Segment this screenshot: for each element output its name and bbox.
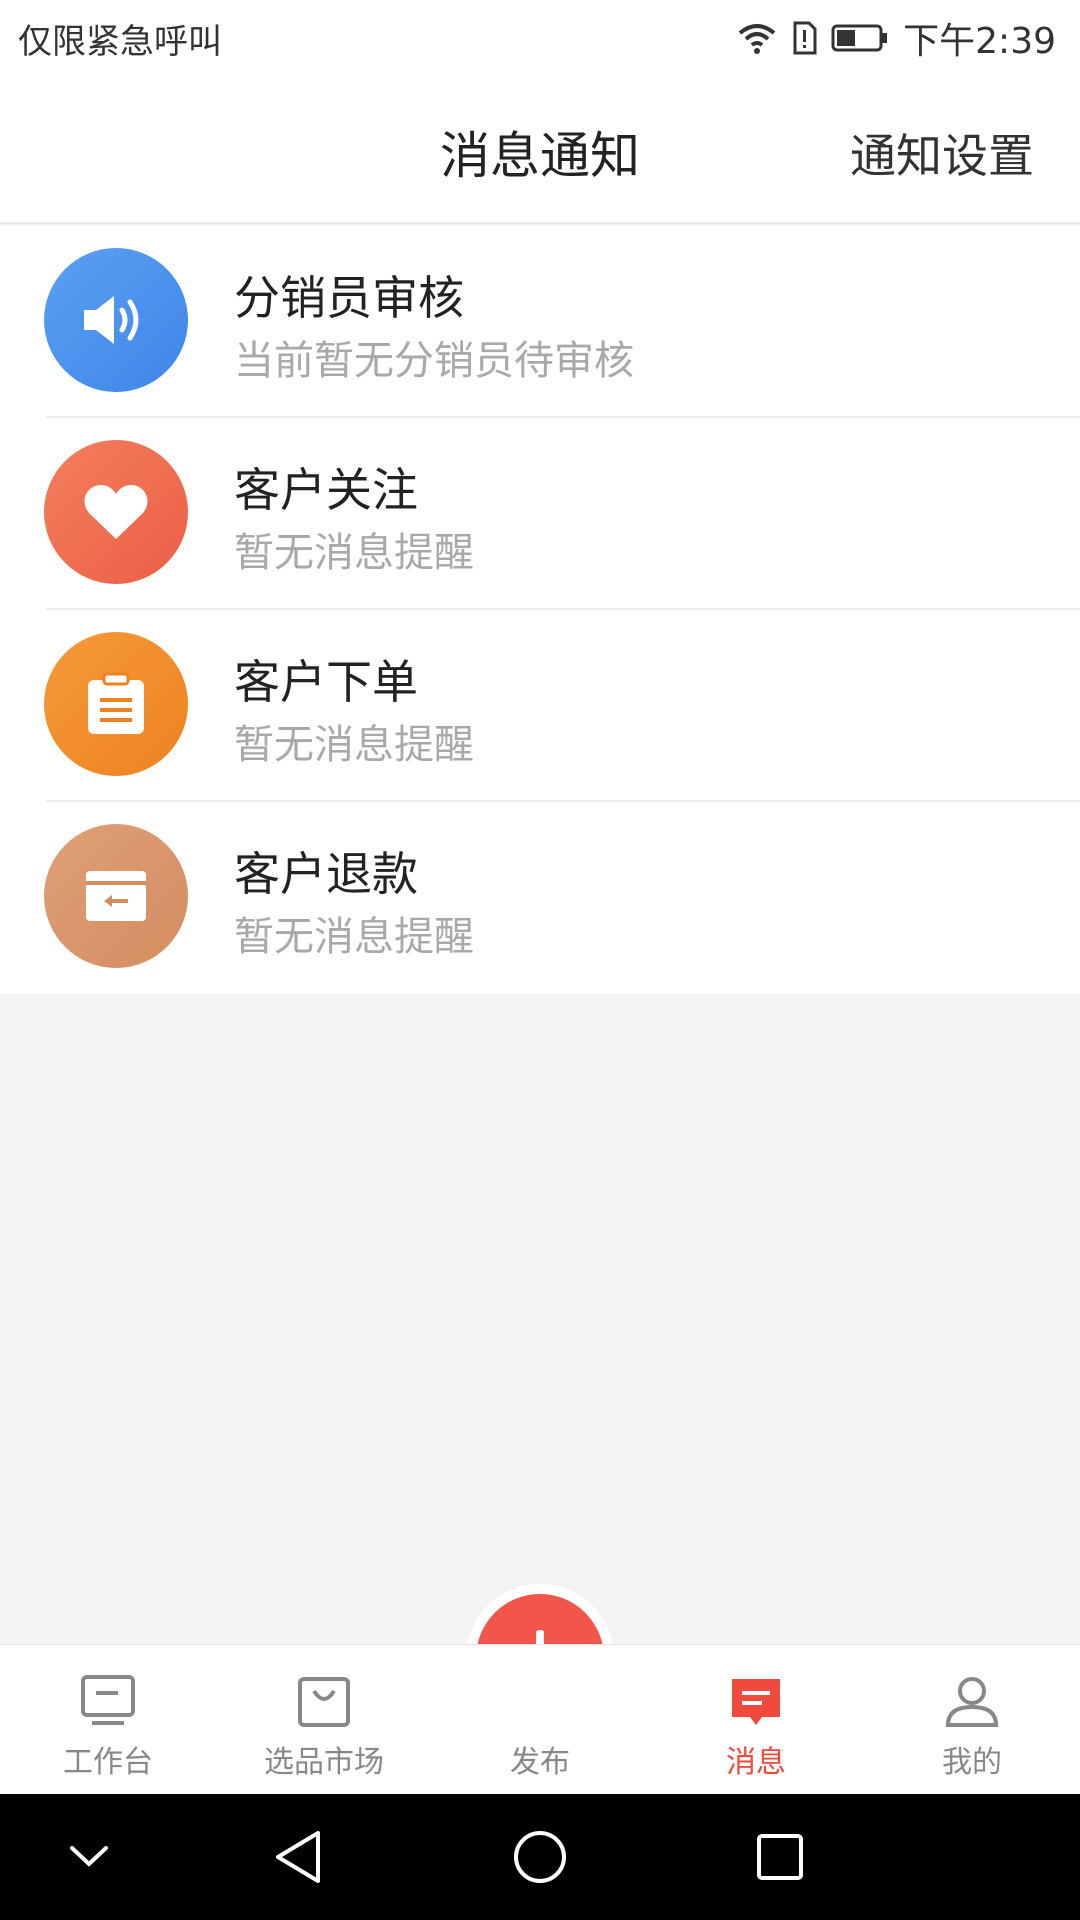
tab-workbench[interactable]: 工作台 [0,1645,216,1795]
clock-text: 下午2:39 [903,21,1056,62]
notification-list: 分销员审核 当前暂无分销员待审核 客户关注 暂无消息提醒 客户下单 暂无消息提醒… [0,226,1080,994]
list-item-customer-order[interactable]: 客户下单 暂无消息提醒 [0,610,1080,802]
tab-mine[interactable]: 我的 [864,1645,1080,1795]
workbench-icon [81,1675,135,1725]
list-item-title: 客户退款 [234,847,418,901]
back-button[interactable] [264,1822,334,1892]
collapse-button[interactable] [54,1822,124,1892]
header: 消息通知 通知设置 [0,76,1080,224]
clipboard-icon [44,632,188,776]
heart-icon [44,440,188,584]
shopping-bag-icon [298,1677,350,1727]
list-item-distributor-review[interactable]: 分销员审核 当前暂无分销员待审核 [0,226,1080,418]
tab-label: 工作台 [63,1745,153,1780]
tab-product-market[interactable]: 选品市场 [216,1645,432,1795]
list-item-customer-refund[interactable]: 客户退款 暂无消息提醒 [0,802,1080,994]
battery-icon [831,23,889,53]
list-item-subtitle: 暂无消息提醒 [234,530,474,576]
bottom-tab-bar: 工作台 选品市场 发布 消息 我的 [0,1644,1080,1794]
tab-label: 发布 [510,1745,570,1780]
wifi-icon [737,21,777,55]
list-item-subtitle: 当前暂无分销员待审核 [234,338,634,384]
recents-icon [757,1834,803,1880]
list-item-customer-follow[interactable]: 客户关注 暂无消息提醒 [0,418,1080,610]
tab-label: 消息 [726,1745,786,1780]
list-item-title: 客户关注 [234,463,418,517]
recents-button[interactable] [745,1822,815,1892]
tab-label: 选品市场 [264,1745,384,1780]
notification-settings-button[interactable]: 通知设置 [850,120,1034,186]
home-button[interactable] [505,1822,575,1892]
home-icon [514,1831,566,1883]
list-item-subtitle: 暂无消息提醒 [234,722,474,768]
person-icon [945,1677,999,1727]
list-item-subtitle: 暂无消息提醒 [234,914,474,960]
refund-box-icon [44,824,188,968]
message-icon [732,1679,780,1725]
speaker-icon [44,248,188,392]
tab-label: 我的 [942,1745,1002,1780]
back-icon [276,1831,320,1883]
list-item-title: 客户下单 [234,655,418,709]
collapse-icon [70,1846,108,1867]
sim-alert-icon [791,21,817,55]
status-icons: 下午2:39 [737,12,1056,64]
tab-messages[interactable]: 消息 [648,1645,864,1795]
list-item-title: 分销员审核 [234,271,464,325]
carrier-text: 仅限紧急呼叫 [18,21,222,62]
tab-publish[interactable]: 发布 [432,1645,648,1795]
system-nav-bar [0,1794,1080,1920]
status-bar: 仅限紧急呼叫 下午2:39 [0,0,1080,76]
